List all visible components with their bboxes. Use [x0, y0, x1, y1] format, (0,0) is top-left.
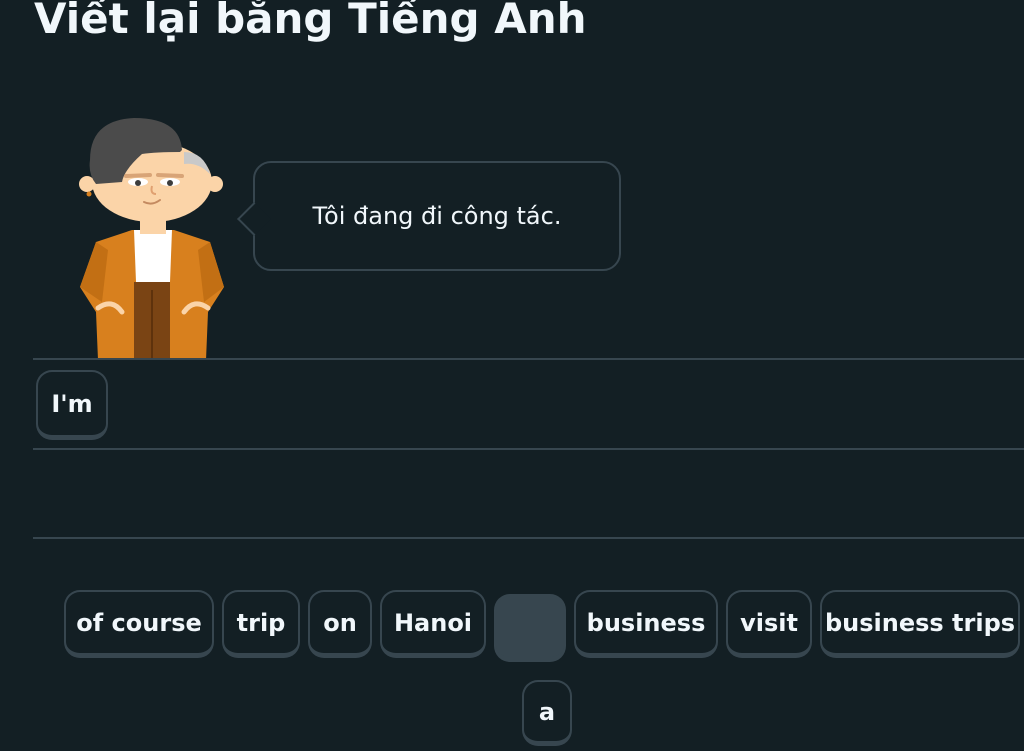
page-title: Viết lại bằng Tiếng Anh [34, 0, 587, 43]
answer-word-tile[interactable]: I'm [36, 370, 108, 440]
speech-bubble: Tôi đang đi công tác. [237, 161, 621, 271]
word-tile-visit[interactable]: visit [726, 590, 812, 658]
word-tile-of-course[interactable]: of course [64, 590, 214, 658]
answer-line-middle [33, 448, 1024, 450]
prompt-sentence: Tôi đang đi công tác. [312, 202, 562, 230]
word-tile-empty-slot [494, 594, 566, 662]
exercise-screen: Viết lại bằng Tiếng Anh Tôi đang đi công… [0, 0, 1024, 751]
word-tile-a[interactable]: a [522, 680, 572, 746]
word-tile-trip[interactable]: trip [222, 590, 300, 658]
word-tile-business-trips[interactable]: business trips [820, 590, 1020, 658]
word-tile-business[interactable]: business [574, 590, 718, 658]
answer-line-bottom [33, 537, 1024, 539]
word-tile-hanoi[interactable]: Hanoi [380, 590, 486, 658]
word-tile-on[interactable]: on [308, 590, 372, 658]
speech-bubble-tail [237, 202, 271, 236]
character-illustration [79, 118, 224, 360]
answer-line-top [33, 358, 1024, 360]
